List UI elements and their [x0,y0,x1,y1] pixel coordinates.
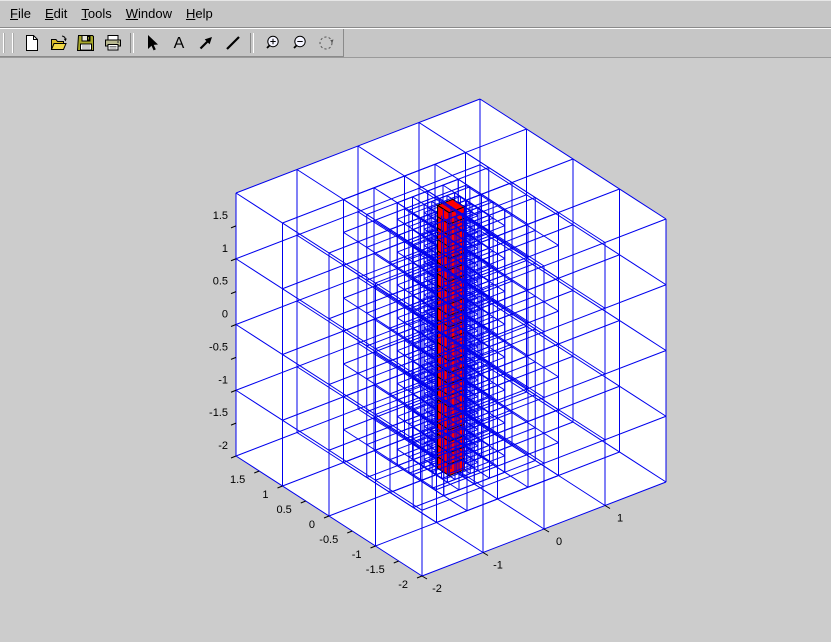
toolbar-separator [250,33,254,53]
x-tick-label: -2 [432,583,442,595]
x-tick-label: 0 [556,536,562,548]
menu-item-tools[interactable]: Tools [74,2,118,26]
menu-item-file[interactable]: File [3,2,38,26]
zoom-out-icon [289,33,309,53]
y-tick-label: 1.5 [230,474,245,486]
axes-3d-plot[interactable]: 1.5 1 0.5 0 -0.5 -1 -1.5 -2 1.5 1 0.5 0 -0.5 -1 -1.5 -2… [0,57,831,642]
figure-canvas[interactable]: 1.5 1 0.5 0 -0.5 -1 -1.5 -2 1.5 1 0.5 0 -0.5 -1 -1.5 -2… [0,57,831,642]
rotate-3d-button[interactable] [313,31,338,55]
toolbar: A [0,28,831,58]
menu-item-help[interactable]: Help [179,2,220,26]
ne-arrow-icon [196,33,216,53]
z-tick-label: 1 [222,243,228,255]
pointer-arrow-icon [142,33,162,53]
y-tick-label: 0.5 [276,504,291,516]
z-tick-label: -1 [218,374,228,386]
z-tick-label: -1.5 [209,407,228,419]
matlab-figure-window: FileEditToolsWindowHelp [0,0,831,642]
zoom-in-icon [262,33,282,53]
menu-bar: FileEditToolsWindowHelp [0,1,831,28]
z-tick-label: -2 [218,440,228,452]
open-file-button[interactable] [46,31,71,55]
svg-text:A: A [173,35,184,52]
menu-item-window[interactable]: Window [119,2,179,26]
line-icon [223,33,243,53]
zoom-in-button[interactable] [259,31,284,55]
open-folder-icon [49,33,69,53]
text-a-icon: A [169,33,189,53]
save-floppy-icon [76,33,96,53]
z-tick-label: 0.5 [213,276,228,288]
x-tick-label: -1 [493,560,503,572]
y-tick-label: 1 [262,489,268,501]
y-tick-label: -1.5 [366,564,385,576]
new-figure-button[interactable] [19,31,44,55]
pointer-tool-button[interactable] [139,31,164,55]
zoom-out-button[interactable] [286,31,311,55]
new-document-icon [22,33,42,53]
rotate-3d-icon [316,33,336,53]
y-tick-label: -2 [398,579,408,591]
add-line-button[interactable] [220,31,245,55]
y-tick-label: 0 [309,519,315,531]
menu-item-edit[interactable]: Edit [38,2,74,26]
y-tick-label: -1 [352,549,362,561]
y-tick-label: -0.5 [319,534,338,546]
x-tick-label: 1 [617,513,623,525]
toolbar-panel: A [0,29,344,57]
print-figure-button[interactable] [100,31,125,55]
print-icon [103,33,123,53]
toolbar-separator [130,33,134,53]
save-figure-button[interactable] [73,31,98,55]
z-tick-label: 1.5 [213,210,228,222]
z-tick-label: 0 [222,309,228,321]
toolbar-grip[interactable] [3,33,14,53]
add-arrow-button[interactable] [193,31,218,55]
z-tick-label: -0.5 [209,341,228,353]
add-text-button[interactable]: A [166,31,191,55]
